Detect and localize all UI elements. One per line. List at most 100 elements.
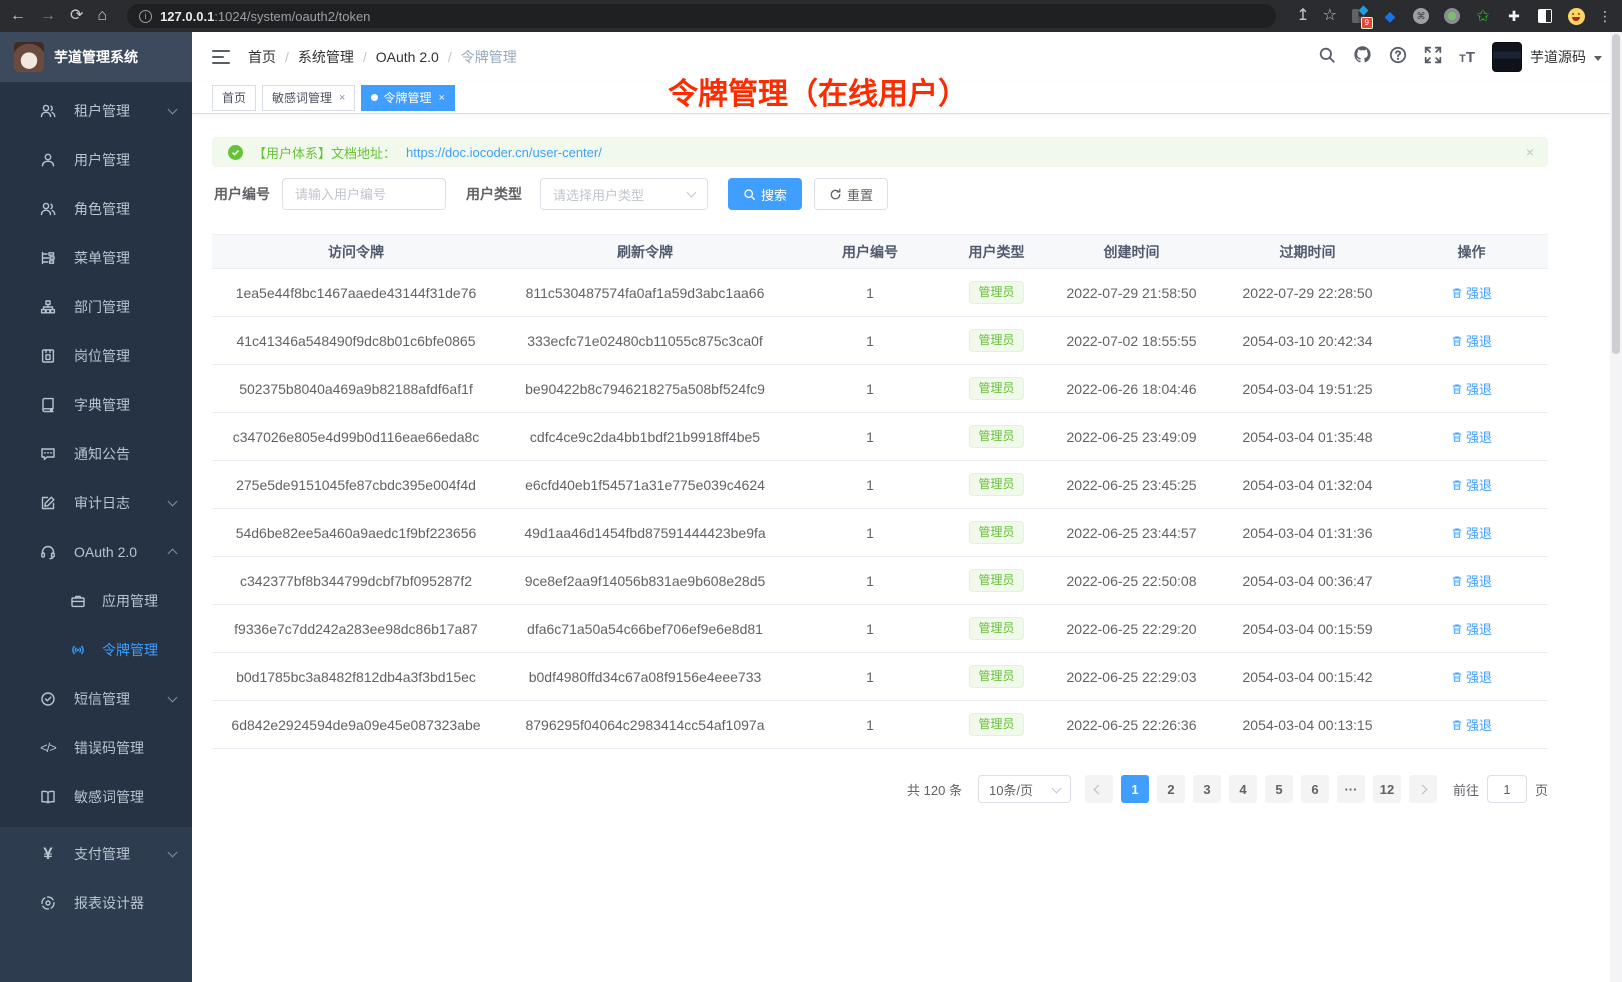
force-logout-button[interactable]: 强退 [1451,475,1492,494]
page-button-4[interactable]: 4 [1229,775,1257,803]
breadcrumb-item[interactable]: OAuth 2.0 [376,49,439,65]
split-screen-icon[interactable] [1536,7,1554,25]
page-button-5[interactable]: 5 [1265,775,1293,803]
browser-actions: ↥ ☆ 9 ◆ ⌘ ✩ ✚ ⋮ [1296,7,1612,25]
access-token-cell: 54d6be82ee5a460a9aedc1f9bf223656 [212,525,500,541]
page-button-3[interactable]: 3 [1193,775,1221,803]
reset-button[interactable]: 重置 [814,178,888,210]
help-icon[interactable] [1389,46,1407,69]
extension-green-dot-icon[interactable] [1443,7,1461,25]
github-icon[interactable] [1353,45,1372,69]
more-pages-button[interactable]: ··· [1337,775,1365,803]
prev-page-button[interactable] [1085,775,1113,803]
table-row: 275e5de9151045fe87cbdc395e004f4d e6cfd40… [212,461,1548,509]
goto-label: 前往 [1453,780,1479,799]
sidebar-item-oauth-apps[interactable]: 应用管理 [0,576,192,625]
goto-unit: 页 [1535,780,1548,799]
goto-page-input[interactable] [1487,775,1527,803]
bookmark-star-icon[interactable]: ☆ [1323,8,1337,24]
profile-emoji-icon[interactable] [1567,7,1585,25]
sidebar-item-errcode[interactable]: </> 错误码管理 [0,723,192,772]
sidebar-item-pay[interactable]: ¥ 支付管理 [0,829,192,878]
page-button-12[interactable]: 12 [1373,775,1401,803]
search-icon[interactable] [1318,46,1336,69]
site-info-icon[interactable]: i [139,10,152,23]
address-bar[interactable]: i 127.0.0.1:1024/system/oauth2/token [127,4,1276,28]
column-header: 操作 [1395,242,1548,262]
tab-sensitive-words[interactable]: 敏感词管理 × [262,85,355,111]
home-icon[interactable]: ⌂ [97,8,107,24]
next-page-button[interactable] [1409,775,1437,803]
breadcrumb-item[interactable]: 首页 [248,47,276,67]
user-type-cell: 管理员 [950,425,1043,448]
reload-icon[interactable]: ⟳ [70,8,83,24]
page-button-6[interactable]: 6 [1301,775,1329,803]
extension-star-icon[interactable]: ✩ [1474,7,1492,25]
sidebar-item-menu[interactable]: 菜单管理 [0,233,192,282]
access-token-cell: b0d1785bc3a8482f812db4a3f3bd15ec [212,669,500,685]
pagination: 共 120 条 10条/页 1 2 3 4 5 6 ··· 12 前往 [212,775,1548,803]
font-size-icon[interactable]: TT [1459,49,1475,66]
tab-token-management[interactable]: 令牌管理 × [361,85,454,111]
sidebar-item-audit-log[interactable]: 审计日志 [0,478,192,527]
force-logout-button[interactable]: 强退 [1451,283,1492,302]
chevron-up-icon [168,549,178,559]
sidebar-item-notice[interactable]: 通知公告 [0,429,192,478]
sidebar-item-report-designer[interactable]: 报表设计器 [0,878,192,927]
app-logo[interactable]: 芋道管理系统 [0,32,192,82]
sidebar-item-user[interactable]: 用户管理 [0,135,192,184]
sidebar-item-label: 支付管理 [74,844,151,864]
force-logout-button[interactable]: 强退 [1451,571,1492,590]
force-logout-button[interactable]: 强退 [1451,331,1492,350]
forward-icon[interactable]: → [40,8,56,24]
chevron-left-icon [1094,784,1104,794]
browser-menu-icon[interactable]: ⋮ [1598,8,1612,25]
sidebar-item-dept[interactable]: 部门管理 [0,282,192,331]
extension-diamond-icon[interactable]: ◆ [1381,7,1399,25]
expire-time-cell: 2054-03-04 01:35:48 [1220,429,1395,445]
force-logout-button[interactable]: 强退 [1451,523,1492,542]
search-button[interactable]: 搜索 [728,178,802,210]
sidebar-item-oauth2[interactable]: OAuth 2.0 [0,527,192,576]
force-logout-button[interactable]: 强退 [1451,619,1492,638]
collapse-menu-icon[interactable] [212,50,230,64]
back-icon[interactable]: ← [10,8,26,24]
fullscreen-icon[interactable] [1424,46,1442,69]
extension-command-icon[interactable]: ⌘ [1412,7,1430,25]
sidebar-item-oauth-token[interactable]: 令牌管理 [0,625,192,674]
refresh-token-cell: dfa6c71a50a54c66bef706ef9e6e8d81 [500,621,790,637]
scrollbar-thumb[interactable] [1612,34,1620,354]
breadcrumb-item[interactable]: 系统管理 [298,47,354,67]
tab-home[interactable]: 首页 [212,85,256,111]
page-scrollbar[interactable] [1610,32,1622,982]
user-id-input[interactable] [282,178,446,210]
sidebar-item-role[interactable]: 角色管理 [0,184,192,233]
user-type-select[interactable]: 请选择用户类型 [540,178,708,210]
force-logout-button[interactable]: 强退 [1451,427,1492,446]
url-text[interactable]: 127.0.0.1:1024/system/oauth2/token [160,9,370,24]
user-type-badge: 管理员 [969,473,1023,496]
force-logout-button[interactable]: 强退 [1451,715,1492,734]
close-icon[interactable]: × [339,92,345,104]
user-menu[interactable]: 芋道源码 [1492,42,1602,72]
user-type-badge: 管理员 [969,521,1023,544]
screen: ← → ⟳ ⌂ i 127.0.0.1:1024/system/oauth2/t… [0,0,1622,982]
force-logout-button[interactable]: 强退 [1451,667,1492,686]
extension-grid-icon[interactable]: 9 [1350,7,1368,25]
page-size-select[interactable]: 10条/页 [978,775,1071,803]
extensions-puzzle-icon[interactable]: ✚ [1505,7,1523,25]
page-button-2[interactable]: 2 [1157,775,1185,803]
sidebar-item-sensitive[interactable]: 敏感词管理 [0,772,192,821]
page-button-1[interactable]: 1 [1121,775,1149,803]
share-icon[interactable]: ↥ [1296,8,1309,24]
sidebar-item-tenant[interactable]: 租户管理 [0,86,192,135]
close-icon[interactable]: × [438,92,444,104]
user-type-cell: 管理员 [950,521,1043,544]
close-icon[interactable]: × [1526,144,1534,160]
force-logout-button[interactable]: 强退 [1451,379,1492,398]
sidebar-item-post[interactable]: 岗位管理 [0,331,192,380]
sidebar-item-label: 菜单管理 [74,248,176,268]
sidebar-item-dict[interactable]: 字典管理 [0,380,192,429]
alert-doc-link[interactable]: https://doc.iocoder.cn/user-center/ [406,145,602,160]
sidebar-item-sms[interactable]: 短信管理 [0,674,192,723]
